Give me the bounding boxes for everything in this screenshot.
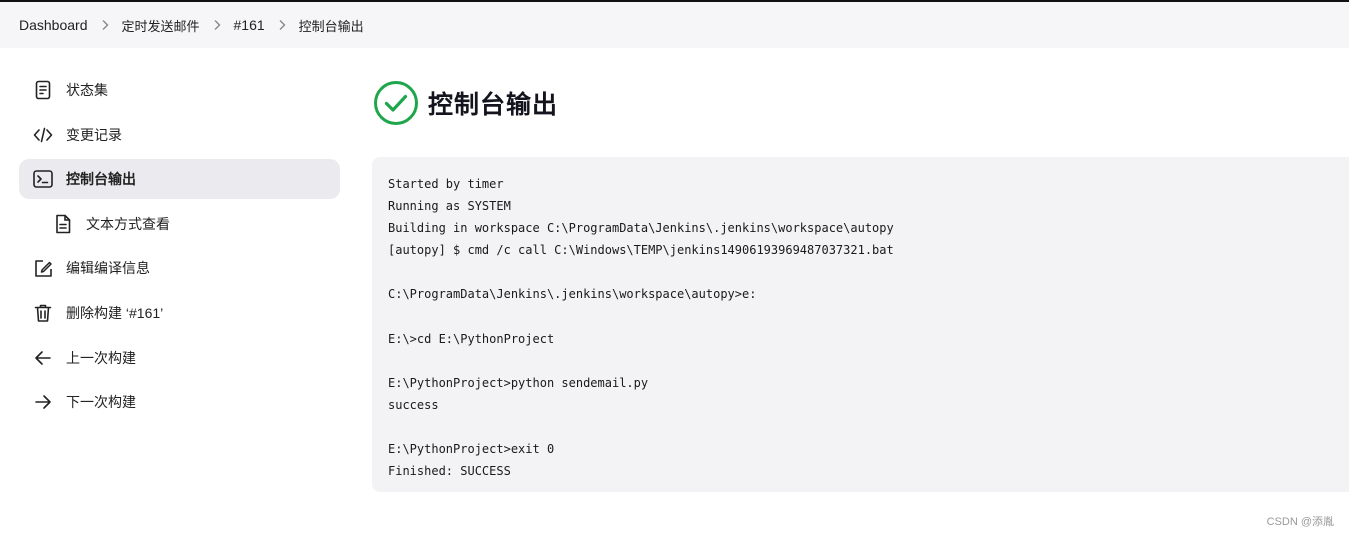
sidebar-item-label: 控制台输出 xyxy=(66,171,136,188)
chevron-right-icon xyxy=(265,19,299,31)
sidebar: 状态集 变更记录 控制台输出 文本方式查看 编辑编译信息 删除构建 ‘#161’ xyxy=(19,70,340,427)
console-output: Started by timer Running as SYSTEM Build… xyxy=(372,157,1349,492)
sidebar-item-label: 状态集 xyxy=(66,82,108,98)
arrow-right-icon xyxy=(32,391,54,413)
breadcrumb-dashboard[interactable]: Dashboard xyxy=(19,17,88,33)
sidebar-item-label: 变更记录 xyxy=(66,126,122,143)
sidebar-item-status[interactable]: 状态集 xyxy=(19,70,340,110)
sidebar-item-console-output[interactable]: 控制台输出 xyxy=(19,159,340,200)
chevron-right-icon xyxy=(200,19,234,31)
file-text-icon xyxy=(52,213,74,235)
edit-icon xyxy=(32,257,54,279)
sidebar-item-view-as-plain-text[interactable]: 文本方式查看 xyxy=(19,204,340,244)
sidebar-item-delete-build[interactable]: 删除构建 ‘#161’ xyxy=(19,293,340,333)
breadcrumb: Dashboard 定时发送邮件 #161 控制台输出 xyxy=(0,2,1349,48)
sidebar-item-label: 下一次构建 xyxy=(66,394,136,411)
sidebar-item-edit-build-info[interactable]: 编辑编译信息 xyxy=(19,248,340,288)
breadcrumb-job[interactable]: 定时发送邮件 xyxy=(122,16,200,35)
sidebar-item-label: 编辑编译信息 xyxy=(66,260,150,277)
trash-icon xyxy=(32,302,54,324)
csdn-watermark: CSDN @添胤 xyxy=(1266,516,1334,528)
success-check-icon xyxy=(374,81,418,125)
sidebar-item-label: 文本方式查看 xyxy=(86,215,170,232)
breadcrumb-console[interactable]: 控制台输出 xyxy=(299,16,364,35)
document-icon xyxy=(32,79,54,101)
sidebar-item-label: 上一次构建 xyxy=(66,349,136,366)
breadcrumb-build[interactable]: #161 xyxy=(234,17,265,33)
sidebar-item-label: 删除构建 ‘#161’ xyxy=(66,304,164,321)
arrow-left-icon xyxy=(32,347,54,369)
terminal-icon xyxy=(32,168,54,190)
chevron-right-icon xyxy=(88,19,122,31)
console-log-text[interactable]: Started by timer Running as SYSTEM Build… xyxy=(388,173,1346,482)
page-header: 控制台输出 xyxy=(373,80,558,126)
page-title: 控制台输出 xyxy=(428,91,559,119)
sidebar-item-next-build[interactable]: 下一次构建 xyxy=(19,382,340,422)
sidebar-item-changes[interactable]: 变更记录 xyxy=(19,115,340,155)
sidebar-item-previous-build[interactable]: 上一次构建 xyxy=(19,338,340,378)
code-icon xyxy=(32,124,54,146)
